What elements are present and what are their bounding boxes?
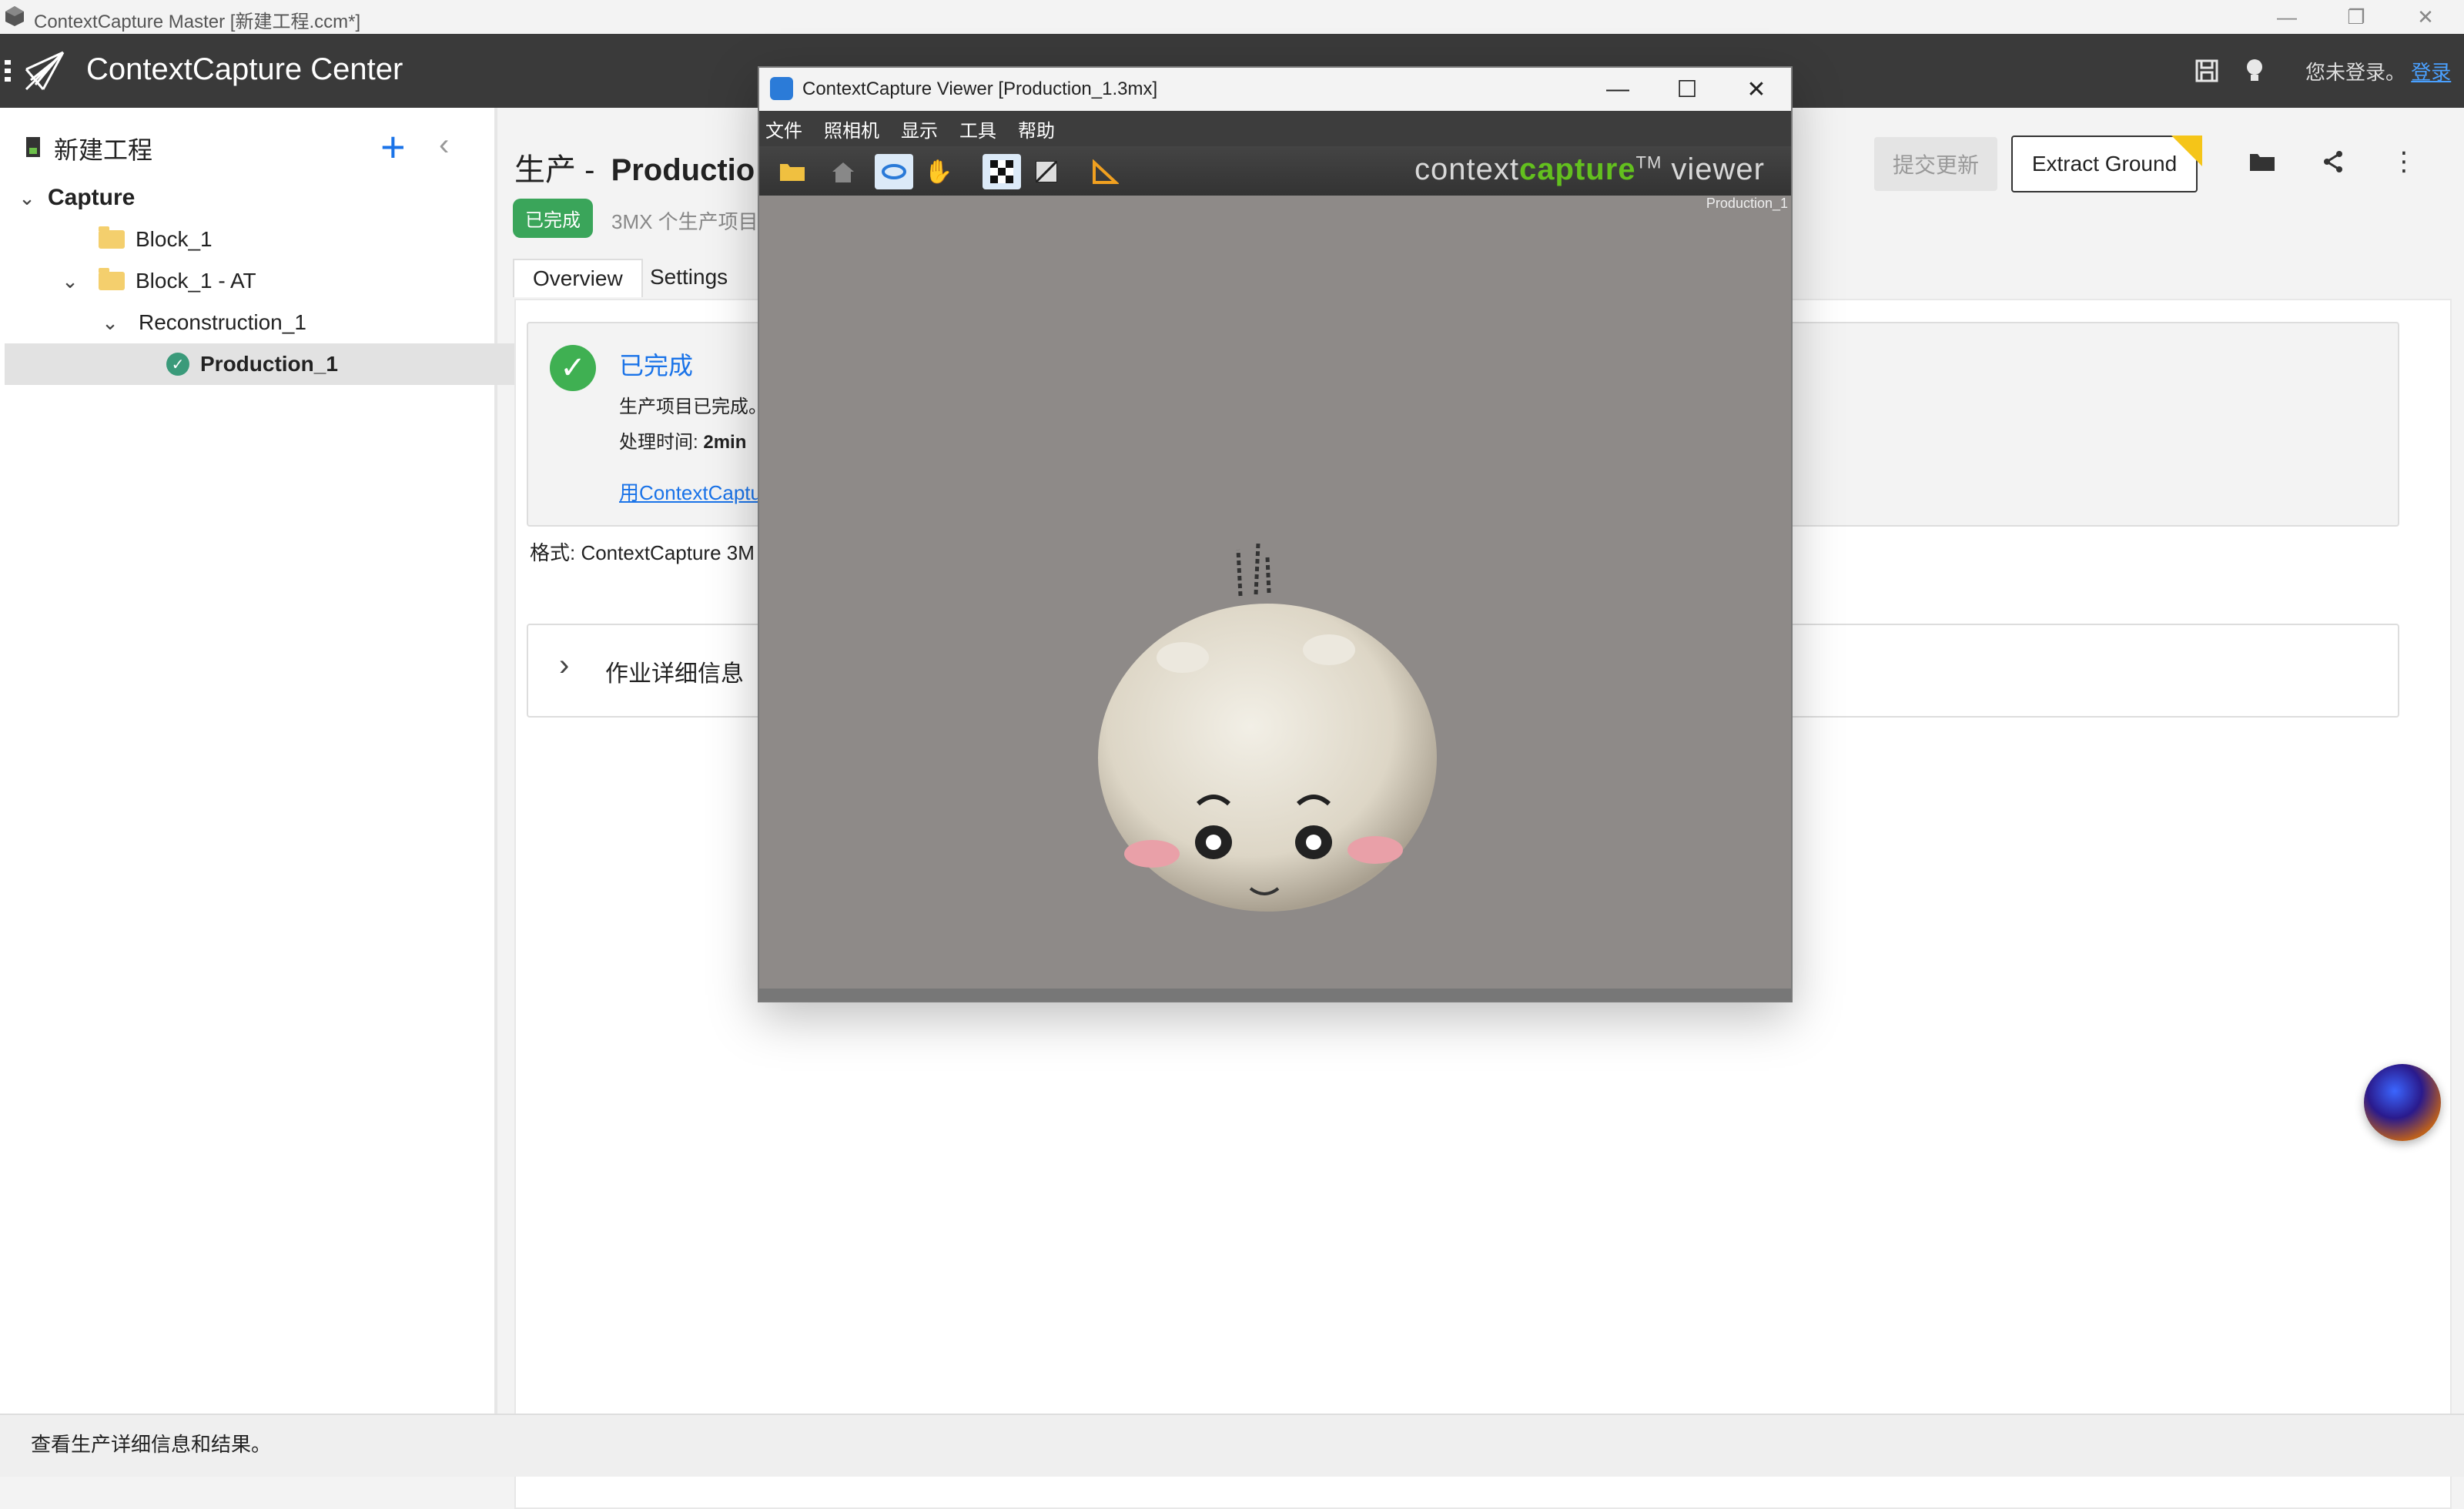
brand-post: viewer (1671, 152, 1765, 186)
layer-label: Production_1 (1706, 196, 1788, 211)
viewer-window: ContextCapture Viewer [Production_1.3mx]… (758, 66, 1793, 1002)
card-message: 生产项目已完成。 (619, 396, 767, 417)
restore-icon[interactable]: ❐ (2321, 0, 2392, 34)
format-line: 格式: ContextCapture 3M (530, 541, 755, 564)
viewer-3d-canvas[interactable]: Production_1 (759, 196, 1791, 989)
processing-time: 处理时间: 2min (619, 427, 746, 453)
tree-item-reconstruction-1[interactable]: ⌄ Reconstruction_1 (15, 302, 477, 343)
project-title: 新建工程 (54, 136, 153, 164)
page-title: 生产 - Productio (514, 145, 755, 189)
chevron-down-icon[interactable]: ⌄ (59, 269, 82, 293)
menu-icon[interactable] (3, 57, 15, 89)
close-icon[interactable]: ✕ (2390, 0, 2461, 34)
home-icon[interactable] (824, 154, 862, 189)
brand-pre: context (1414, 152, 1520, 186)
folder-icon (99, 268, 125, 290)
tree-item-capture[interactable]: ⌄ Capture (15, 177, 477, 219)
viewer-minimize-icon[interactable]: — (1583, 68, 1652, 111)
open-folder-icon[interactable] (2245, 145, 2279, 179)
production-subtitle: 3MX 个生产项目 (611, 210, 758, 233)
login-link[interactable]: 登录 (2411, 61, 2451, 84)
project-sidebar: 新建工程 + ‹ ⌄ Capture Block_1 ⌄ Block_1 - A… (0, 108, 639, 1414)
menu-help[interactable]: 帮助 (1018, 115, 1055, 142)
chevron-down-icon[interactable]: ⌄ (99, 311, 122, 335)
login-text: 您未登录。 (2305, 61, 2406, 84)
window-titlebar: ContextCapture Master [新建工程.ccm*] — ❐ ✕ (0, 0, 2464, 34)
processing-time-label: 处理时间: (619, 432, 698, 453)
brand-bold: capture (1519, 152, 1636, 186)
tree-item-label: Production_1 (200, 352, 338, 376)
open-in-viewer-link[interactable]: 用ContextCaptu (619, 477, 762, 506)
lightbulb-icon[interactable] (2239, 55, 2270, 86)
tab-settings[interactable]: Settings (631, 259, 746, 296)
app-title: ContextCapture Center (86, 52, 403, 86)
processing-time-value: 2min (703, 432, 747, 453)
tree-item-block-1[interactable]: Block_1 (15, 219, 477, 260)
viewer-title: ContextCapture Viewer [Production_1.3mx] (802, 79, 1158, 99)
chevron-right-icon[interactable]: › (559, 648, 569, 683)
status-bar: 查看生产详细信息和结果。 (0, 1414, 2464, 1477)
viewer-app-icon (770, 77, 793, 100)
success-check-icon: ✓ (550, 345, 596, 391)
save-icon[interactable] (2191, 55, 2222, 86)
viewer-menubar: 文件 照相机 显示 工具 帮助 (759, 111, 1791, 146)
viewer-statusstrip (759, 989, 1791, 1001)
tree-item-label: Block_1 (136, 227, 213, 251)
tree-item-label: Capture (48, 185, 136, 210)
brand-tm: TM (1635, 152, 1662, 172)
new-tag-icon (2171, 136, 2202, 166)
status-text: 查看生产详细信息和结果。 (31, 1433, 272, 1456)
tab-overview[interactable]: Overview (513, 259, 643, 297)
pan-hand-icon[interactable]: ✋ (919, 154, 958, 189)
open-file-icon[interactable] (773, 154, 812, 189)
completed-check-icon: ✓ (166, 353, 189, 376)
menu-file[interactable]: 文件 (765, 115, 802, 142)
shading-icon[interactable] (1027, 154, 1066, 189)
viewer-brand: contextcaptureTM viewer (1414, 152, 1765, 187)
extract-ground-button[interactable]: Extract Ground (2011, 136, 2198, 192)
project-file-icon (25, 136, 42, 162)
app-logo-icon (3, 5, 26, 28)
card-status: 已完成 (619, 352, 694, 380)
orbit-icon[interactable] (875, 154, 913, 189)
menu-tools[interactable]: 工具 (959, 115, 996, 142)
viewer-toolbar: ✋ contextcaptureTM viewer (759, 146, 1791, 196)
3d-model-plush[interactable] (1067, 534, 1468, 935)
network-logo-icon (20, 46, 69, 99)
texture-icon[interactable] (983, 154, 1021, 189)
tree-item-label: Reconstruction_1 (139, 310, 306, 334)
job-details-label: 作业详细信息 (605, 661, 744, 687)
tree-item-block-1-at[interactable]: ⌄ Block_1 - AT (15, 260, 477, 302)
viewer-close-icon[interactable]: ✕ (1722, 68, 1791, 111)
minimize-icon[interactable]: — (2251, 0, 2322, 34)
share-icon[interactable] (2316, 145, 2350, 179)
folder-icon (99, 226, 125, 249)
menu-display[interactable]: 显示 (901, 115, 938, 142)
page-title-name: Productio (611, 153, 755, 187)
login-prompt: 您未登录。 登录 (2305, 57, 2451, 85)
viewer-titlebar: ContextCapture Viewer [Production_1.3mx]… (759, 68, 1791, 111)
menu-camera[interactable]: 照相机 (824, 115, 879, 142)
status-badge: 已完成 (513, 199, 593, 238)
more-options-icon[interactable]: ⋮ (2387, 145, 2421, 179)
tree-item-label: Block_1 - AT (136, 269, 256, 293)
viewer-maximize-icon[interactable]: ☐ (1652, 68, 1722, 111)
page-title-prefix: 生产 - (514, 153, 595, 187)
collapse-sidebar-icon[interactable]: ‹ (439, 128, 449, 162)
window-title: ContextCapture Master [新建工程.ccm*] (34, 12, 361, 32)
add-icon[interactable]: + (380, 122, 406, 172)
assistant-orb-icon[interactable] (2364, 1064, 2441, 1141)
measure-icon[interactable] (1086, 154, 1124, 189)
submit-update-button[interactable]: 提交更新 (1874, 137, 1997, 191)
chevron-down-icon[interactable]: ⌄ (15, 186, 38, 210)
